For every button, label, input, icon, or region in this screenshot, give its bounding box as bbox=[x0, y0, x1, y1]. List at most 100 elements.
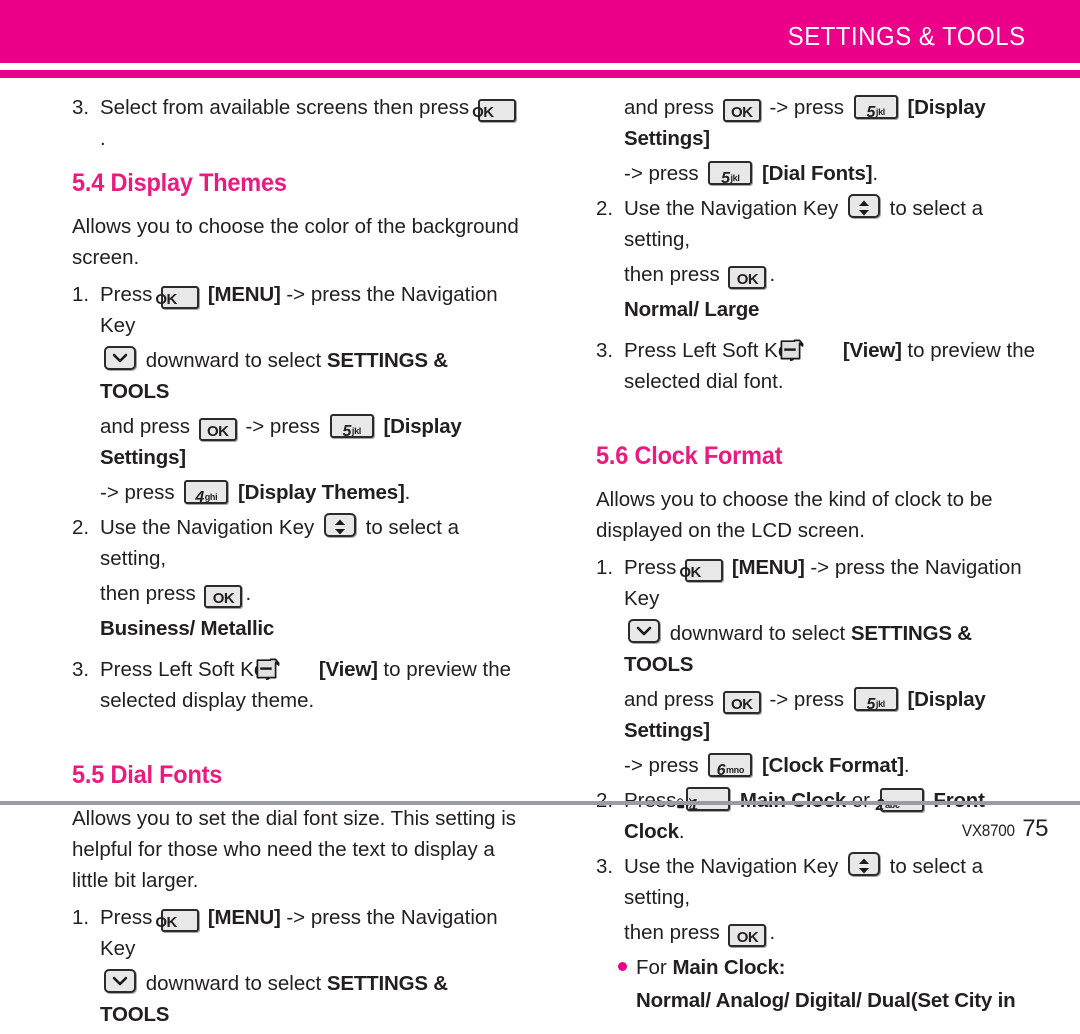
step-text-tail: . bbox=[872, 162, 879, 185]
header-accent-rule bbox=[0, 70, 1080, 78]
numeric-key-6-icon: 6mno bbox=[708, 753, 753, 779]
menu-path-label: [Display Themes] bbox=[238, 481, 405, 504]
step-item: 2. Use the Navigation Key to select a set… bbox=[72, 512, 520, 574]
step-item: 1. Press OK [MENU] -> press the Navigatio… bbox=[72, 279, 520, 341]
step-text: downward to select bbox=[669, 622, 846, 645]
step-number: 1. bbox=[72, 283, 90, 306]
step-number: 3. bbox=[596, 339, 614, 362]
step-text: and press bbox=[624, 688, 715, 711]
step-continuation: then press OK. bbox=[596, 259, 1044, 290]
section-intro-clock-format: Allows you to choose the kind of clock t… bbox=[596, 488, 993, 542]
step-text: then press bbox=[624, 263, 720, 286]
left-column: 3. Select from available screens then pre… bbox=[72, 92, 520, 1034]
footer: VX8700 75 bbox=[959, 815, 1049, 843]
ok-key-icon: OK bbox=[679, 559, 724, 582]
step-continuation: and press OK -> press 5jkl [Display Sett… bbox=[72, 411, 520, 473]
ok-key-icon: OK bbox=[472, 99, 516, 122]
step-text-tail: . bbox=[769, 921, 776, 944]
ok-key-icon: OK bbox=[722, 691, 761, 714]
ok-key-icon: OK bbox=[155, 286, 200, 309]
step-number: 3. bbox=[72, 96, 90, 119]
step-item: 1. Press OK [MENU] -> press the Navigatio… bbox=[72, 902, 520, 964]
step-item: 3. Use the Navigation Key to select a set… bbox=[596, 851, 1044, 913]
ok-key-icon: OK bbox=[155, 909, 200, 932]
nav-key-up-down-icon bbox=[847, 852, 880, 876]
bullet-label: Main Clock: bbox=[672, 956, 786, 979]
step-text: Use the Navigation Key bbox=[100, 516, 315, 539]
menu-label: [MENU] bbox=[731, 556, 805, 579]
step-text-tail: . bbox=[903, 754, 910, 777]
step-number: 2. bbox=[72, 516, 90, 539]
nav-key-down-icon bbox=[104, 969, 136, 993]
step-item: 3. Press Left Soft Key [View] to preview … bbox=[72, 654, 520, 716]
step-text: Press bbox=[624, 556, 677, 579]
step-text: and press bbox=[100, 415, 191, 438]
bullet-text: For bbox=[636, 956, 667, 979]
ok-key-icon: OK bbox=[198, 418, 237, 441]
step-text: then press bbox=[100, 582, 196, 605]
step-text: downward to select bbox=[145, 349, 322, 372]
bullet-item: For Main Clock: bbox=[596, 952, 1044, 983]
softkey-label: [View] bbox=[318, 658, 378, 681]
step-item: 3. Select from available screens then pre… bbox=[72, 92, 520, 154]
nav-key-down-icon bbox=[628, 619, 660, 643]
ok-key-icon: OK bbox=[722, 99, 761, 122]
step-continuation: and press OK -> press 5jkl [Display Sett… bbox=[596, 684, 1044, 746]
step-text-tail: . bbox=[769, 263, 776, 286]
nav-key-down-icon bbox=[104, 346, 136, 370]
right-column: and press OK -> press 5jkl [Display Sett… bbox=[596, 92, 1044, 1026]
step-continuation: downward to select SETTINGS & TOOLS bbox=[596, 618, 1044, 680]
step-number: 1. bbox=[596, 556, 614, 579]
step-text: Press Left Soft Key bbox=[100, 658, 276, 681]
step-text-tail: . bbox=[245, 582, 252, 605]
numeric-key-5-icon: 5jkl bbox=[329, 414, 374, 440]
numeric-key-2-icon: 2abc bbox=[876, 788, 924, 814]
step-continuation: then press OK. bbox=[72, 578, 520, 609]
step-text: -> press bbox=[769, 688, 845, 711]
footer-page-number: 75 bbox=[1022, 815, 1048, 842]
step-text: -> press bbox=[245, 415, 321, 438]
step-text-tail: . bbox=[100, 127, 106, 150]
step-continuation: downward to select SETTINGS & TOOLS bbox=[72, 345, 520, 407]
step-text: Press bbox=[100, 906, 153, 929]
left-soft-key-icon bbox=[256, 658, 308, 680]
step-number: 3. bbox=[596, 855, 614, 878]
step-continuation: -> press 6mno [Clock Format]. bbox=[596, 750, 1044, 781]
menu-label: [MENU] bbox=[207, 906, 281, 929]
ok-key-icon: OK bbox=[728, 924, 767, 947]
option-values-display-themes: Business/ Metallic bbox=[100, 617, 275, 640]
section-heading-display-themes: 5.4 Display Themes bbox=[72, 169, 287, 197]
numeric-key-1-voicemail-icon: 1 bbox=[677, 787, 731, 814]
page-header-title: SETTINGS & TOOLS bbox=[788, 21, 1026, 51]
option-values-dial-fonts: Normal/ Large bbox=[624, 298, 760, 321]
numeric-key-4-icon: 4ghi bbox=[184, 480, 229, 506]
section-heading-dial-fonts: 5.5 Dial Fonts bbox=[72, 761, 223, 789]
option-values-main-clock: Normal/ Analog/ Digital/ Dual(Set City i… bbox=[636, 989, 1016, 1012]
ok-key-icon: OK bbox=[728, 266, 767, 289]
step-text-tail: . bbox=[404, 481, 411, 504]
step-item: 3. Press Left Soft Key [View] to preview … bbox=[596, 335, 1044, 397]
footer-model-name: VX8700 bbox=[961, 821, 1015, 840]
step-text: Press Left Soft Key bbox=[624, 339, 800, 362]
step-text: Press bbox=[100, 283, 153, 306]
menu-path-label: [Dial Fonts] bbox=[762, 162, 873, 185]
step-number: 3. bbox=[72, 658, 90, 681]
step-number: 1. bbox=[72, 906, 90, 929]
step-text: Use the Navigation Key bbox=[624, 197, 839, 220]
step-text: -> press bbox=[624, 754, 699, 777]
nav-key-up-down-icon bbox=[847, 194, 880, 218]
step-continuation: -> press 5jkl [Dial Fonts]. bbox=[596, 158, 1044, 189]
step-text: downward to select bbox=[145, 972, 322, 995]
step-item: 2. Use the Navigation Key to select a set… bbox=[596, 193, 1044, 255]
step-continuation: then press OK. bbox=[596, 917, 1044, 948]
ok-key-icon: OK bbox=[204, 585, 243, 608]
step-continuation: downward to select SETTINGS & TOOLS bbox=[72, 968, 520, 1030]
numeric-key-5-icon: 5jkl bbox=[853, 687, 898, 713]
section-heading-clock-format: 5.6 Clock Format bbox=[596, 442, 783, 470]
step-text: Use the Navigation Key bbox=[624, 855, 839, 878]
step-item: 1. Press OK [MENU] -> press the Navigatio… bbox=[596, 552, 1044, 614]
step-text: -> press bbox=[100, 481, 175, 504]
section-intro-display-themes: Allows you to choose the color of the ba… bbox=[72, 215, 519, 269]
